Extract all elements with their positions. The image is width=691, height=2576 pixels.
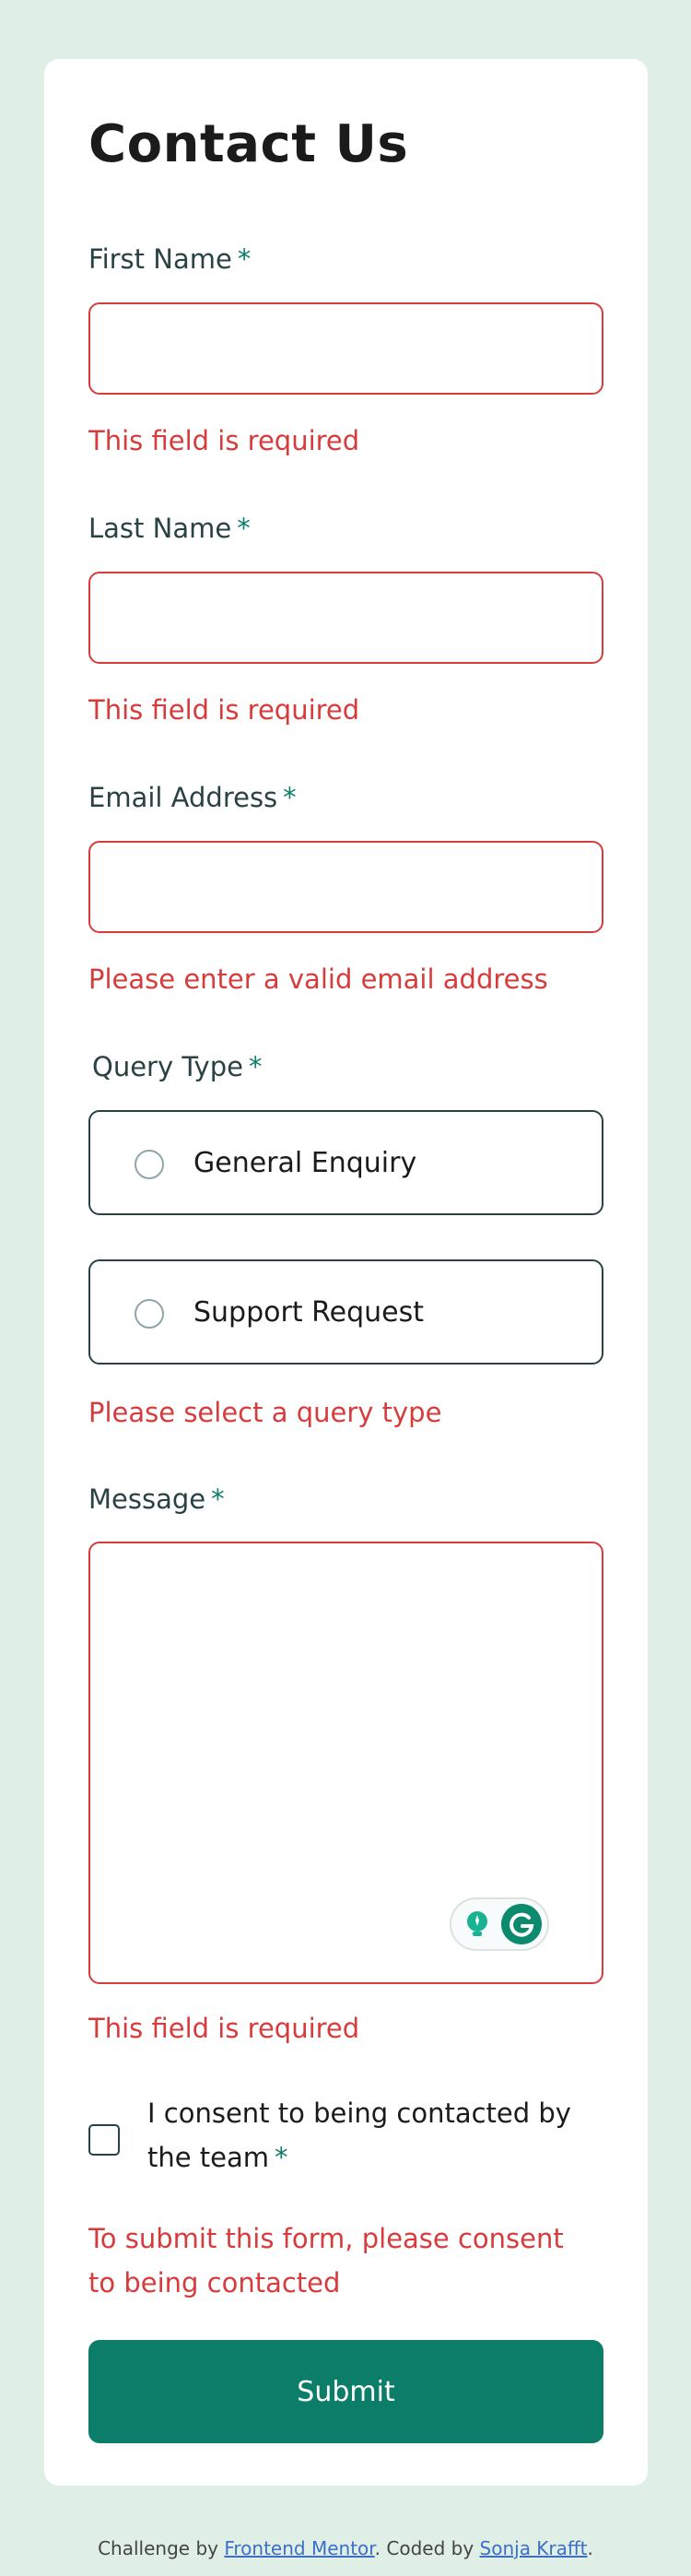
first-name-label-text: First Name [88,243,232,275]
radio-label-support-request: Support Request [193,1296,424,1329]
required-marker: * [237,513,251,544]
first-name-error: This field is required [88,425,360,456]
query-type-label: Query Type * [92,1051,262,1082]
contact-form-card: Contact Us First Name * This field is req… [44,59,648,2486]
message-label: Message * [88,1483,225,1515]
frontend-mentor-link[interactable]: Frontend Mentor [224,2537,374,2559]
footer-middle: . Coded by [374,2537,474,2559]
required-marker: * [275,2142,288,2173]
message-label-text: Message [88,1483,206,1515]
query-type-error: Please select a query type [88,1397,442,1428]
consent-checkbox[interactable] [88,2124,120,2156]
query-type-label-text: Query Type [92,1051,243,1082]
footer-prefix: Challenge by [98,2537,218,2559]
grammarly-bulb-icon [467,1911,487,1936]
consent-label: I consent to being contacted by the team… [147,2091,599,2180]
consent-label-text: I consent to being contacted by the team [147,2097,571,2173]
email-label-text: Email Address [88,782,278,813]
required-marker: * [211,1483,225,1515]
message-error: This field is required [88,2013,360,2044]
radio-button-general-enquiry[interactable] [135,1150,164,1179]
last-name-input[interactable] [88,572,603,664]
grammarly-g-icon [501,1904,542,1944]
last-name-label-text: Last Name [88,513,232,544]
page-title: Contact Us [88,114,409,174]
required-marker: * [237,243,252,275]
email-label: Email Address * [88,782,297,813]
radio-option-support-request[interactable]: Support Request [88,1259,603,1365]
submit-button[interactable]: Submit [88,2340,603,2443]
last-name-error: This field is required [88,694,360,726]
consent-error: To submit this form, please consent to b… [88,2223,564,2298]
radio-button-support-request[interactable] [135,1299,164,1329]
radio-option-general-enquiry[interactable]: General Enquiry [88,1110,603,1215]
first-name-input[interactable] [88,302,603,395]
message-textarea[interactable] [88,1542,603,1984]
first-name-label: First Name * [88,243,251,275]
email-error: Please enter a valid email address [88,963,548,995]
author-link[interactable]: Sonja Krafft [480,2537,588,2559]
required-marker: * [283,782,297,813]
attribution-footer: Challenge by Frontend Mentor. Coded by S… [0,2537,691,2559]
radio-label-general-enquiry: General Enquiry [193,1147,417,1179]
email-input[interactable] [88,841,603,933]
footer-suffix: . [587,2537,593,2559]
grammarly-widget[interactable] [450,1897,549,1951]
last-name-label: Last Name * [88,513,251,544]
required-marker: * [248,1051,263,1082]
